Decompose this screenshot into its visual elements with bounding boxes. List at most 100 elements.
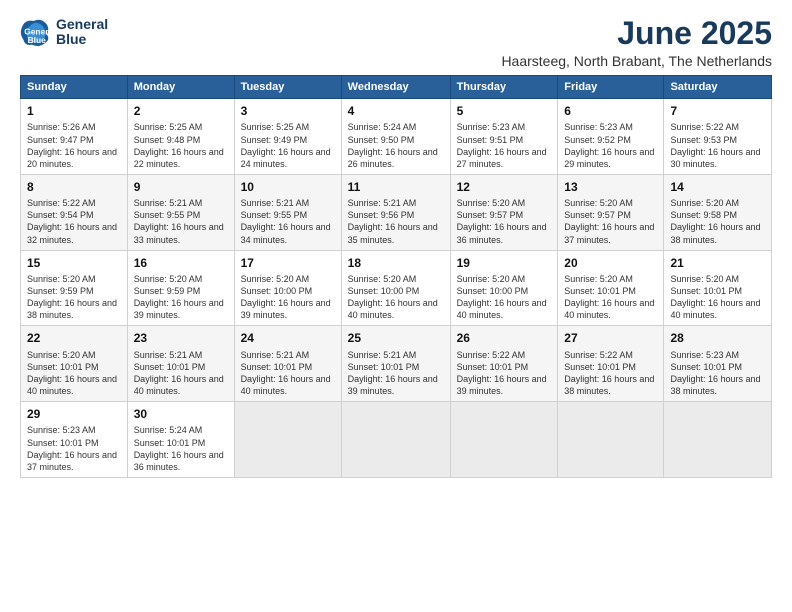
sunrise-text: Sunrise: 5:21 AM xyxy=(241,198,310,208)
day-number: 12 xyxy=(457,179,552,195)
daylight-text: Daylight: 16 hours and 20 minutes. xyxy=(27,147,117,169)
daylight-text: Daylight: 16 hours and 40 minutes. xyxy=(134,374,224,396)
sunset-text: Sunset: 9:59 PM xyxy=(134,286,201,296)
sunrise-text: Sunrise: 5:20 AM xyxy=(457,274,526,284)
day-number: 13 xyxy=(564,179,657,195)
sunset-text: Sunset: 9:59 PM xyxy=(27,286,94,296)
day-number: 28 xyxy=(670,330,765,346)
day-number: 29 xyxy=(27,406,121,422)
day-number: 16 xyxy=(134,255,228,271)
daylight-text: Daylight: 16 hours and 36 minutes. xyxy=(134,450,224,472)
day-number: 24 xyxy=(241,330,335,346)
sunset-text: Sunset: 9:47 PM xyxy=(27,135,94,145)
day-number: 2 xyxy=(134,103,228,119)
sunset-text: Sunset: 10:01 PM xyxy=(457,362,529,372)
sunrise-text: Sunrise: 5:23 AM xyxy=(670,350,739,360)
table-row: 19 Sunrise: 5:20 AM Sunset: 10:00 PM Daylig… xyxy=(450,250,558,326)
daylight-text: Daylight: 16 hours and 38 minutes. xyxy=(670,222,760,244)
sunset-text: Sunset: 9:57 PM xyxy=(457,210,524,220)
table-row: 29Sunrise: 5:23 AMSunset: 10:01 PMDaylig… xyxy=(21,402,128,478)
table-row: 12Sunrise: 5:20 AMSunset: 9:57 PMDayligh… xyxy=(450,174,558,250)
daylight-text: Daylight: 16 hours and 39 minutes. xyxy=(134,298,224,320)
sunset-text: Sunset: 10:01 PM xyxy=(27,438,99,448)
day-number: 21 xyxy=(670,255,765,271)
logo: General Blue General Blue xyxy=(20,16,108,48)
day-number: 22 xyxy=(27,330,121,346)
table-row: 8Sunrise: 5:22 AMSunset: 9:54 PMDaylight… xyxy=(21,174,128,250)
daylight-text: Daylight: 16 hours and 40 minutes. xyxy=(348,298,438,320)
table-row: 27Sunrise: 5:22 AMSunset: 10:01 PMDaylig… xyxy=(558,326,664,402)
table-row: 24Sunrise: 5:21 AMSunset: 10:01 PMDaylig… xyxy=(234,326,341,402)
table-row: 16Sunrise: 5:20 AMSunset: 9:59 PMDayligh… xyxy=(127,250,234,326)
calendar-week-row: 22Sunrise: 5:20 AMSunset: 10:01 PMDaylig… xyxy=(21,326,772,402)
table-row: 18Sunrise: 5:20 AMSunset: 10:00 PMDaylig… xyxy=(341,250,450,326)
day-number: 9 xyxy=(134,179,228,195)
table-row: 5Sunrise: 5:23 AMSunset: 9:51 PMDaylight… xyxy=(450,99,558,175)
sunrise-text: Sunrise: 5:22 AM xyxy=(457,350,526,360)
daylight-text: Daylight: 16 hours and 26 minutes. xyxy=(348,147,438,169)
sunrise-text: Sunrise: 5:20 AM xyxy=(27,274,96,284)
table-row: 9Sunrise: 5:21 AMSunset: 9:55 PMDaylight… xyxy=(127,174,234,250)
daylight-text: Daylight: 16 hours and 38 minutes. xyxy=(670,374,760,396)
table-row: 10Sunrise: 5:21 AMSunset: 9:55 PMDayligh… xyxy=(234,174,341,250)
daylight-text: Daylight: 16 hours and 39 minutes. xyxy=(457,374,547,396)
day-number: 20 xyxy=(564,255,657,271)
day-number: 19 xyxy=(457,255,552,271)
daylight-text: Daylight: 16 hours and 27 minutes. xyxy=(457,147,547,169)
table-row: 17Sunrise: 5:20 AMSunset: 10:00 PMDaylig… xyxy=(234,250,341,326)
sunrise-text: Sunrise: 5:23 AM xyxy=(564,122,633,132)
sunset-text: Sunset: 9:48 PM xyxy=(134,135,201,145)
daylight-text: Daylight: 16 hours and 35 minutes. xyxy=(348,222,438,244)
col-friday: Friday xyxy=(558,76,664,99)
day-number: 4 xyxy=(348,103,444,119)
logo-text-blue: Blue xyxy=(56,32,108,47)
calendar-header-row: Sunday Monday Tuesday Wednesday Thursday… xyxy=(21,76,772,99)
day-number: 6 xyxy=(564,103,657,119)
day-number: 10 xyxy=(241,179,335,195)
table-row: 11Sunrise: 5:21 AMSunset: 9:56 PMDayligh… xyxy=(341,174,450,250)
sunset-text: Sunset: 9:56 PM xyxy=(348,210,415,220)
sunset-text: Sunset: 10:01 PM xyxy=(670,286,742,296)
daylight-text: Daylight: 16 hours and 40 minutes. xyxy=(670,298,760,320)
day-number: 17 xyxy=(241,255,335,271)
daylight-text: Daylight: 16 hours and 32 minutes. xyxy=(27,222,117,244)
sunrise-text: Sunrise: 5:20 AM xyxy=(348,274,417,284)
table-row: 2 Sunrise: 5:25 AM Sunset: 9:48 PM Daylight… xyxy=(127,99,234,175)
sunrise-text: Sunrise: 5:20 AM xyxy=(564,274,633,284)
sunset-text: Sunset: 10:01 PM xyxy=(241,362,313,372)
header: General Blue General Blue June 2025 Haar… xyxy=(20,16,772,69)
table-row xyxy=(341,402,450,478)
table-row xyxy=(664,402,772,478)
page: General Blue General Blue June 2025 Haar… xyxy=(0,0,792,612)
daylight-text: Daylight: 16 hours and 40 minutes. xyxy=(457,298,547,320)
sunset-text: Sunset: 10:01 PM xyxy=(134,362,206,372)
sunrise-text: Sunrise: 5:21 AM xyxy=(241,350,310,360)
sunset-text: Sunset: 10:01 PM xyxy=(564,286,636,296)
title-block: June 2025 Haarsteeg, North Brabant, The … xyxy=(501,16,772,69)
sunset-text: Sunset: 10:00 PM xyxy=(457,286,529,296)
day-number: 18 xyxy=(348,255,444,271)
day-number: 3 xyxy=(241,103,335,119)
day-number: 25 xyxy=(348,330,444,346)
table-row: 25Sunrise: 5:21 AMSunset: 10:01 PMDaylig… xyxy=(341,326,450,402)
table-row: 3Sunrise: 5:25 AMSunset: 9:49 PMDaylight… xyxy=(234,99,341,175)
sunset-text: Sunset: 9:55 PM xyxy=(134,210,201,220)
day-number: 30 xyxy=(134,406,228,422)
sunset-text: Sunset: 9:54 PM xyxy=(27,210,94,220)
daylight-text: Daylight: 16 hours and 37 minutes. xyxy=(564,222,654,244)
daylight-text: Daylight: 16 hours and 29 minutes. xyxy=(564,147,654,169)
day-number: 8 xyxy=(27,179,121,195)
table-row: 14Sunrise: 5:20 AMSunset: 9:58 PMDayligh… xyxy=(664,174,772,250)
daylight-text: Daylight: 16 hours and 22 minutes. xyxy=(134,147,224,169)
sunrise-text: Sunrise: 5:21 AM xyxy=(134,350,203,360)
sunset-text: Sunset: 9:49 PM xyxy=(241,135,308,145)
daylight-text: Daylight: 16 hours and 36 minutes. xyxy=(457,222,547,244)
sunrise-text: Sunrise: 5:25 AM xyxy=(134,122,203,132)
daylight-text: Daylight: 16 hours and 34 minutes. xyxy=(241,222,331,244)
sunrise-text: Sunrise: 5:23 AM xyxy=(457,122,526,132)
sunset-text: Sunset: 9:53 PM xyxy=(670,135,737,145)
sunrise-text: Sunrise: 5:20 AM xyxy=(564,198,633,208)
sunset-text: Sunset: 10:01 PM xyxy=(134,438,206,448)
calendar-table: Sunday Monday Tuesday Wednesday Thursday… xyxy=(20,75,772,478)
col-monday: Monday xyxy=(127,76,234,99)
